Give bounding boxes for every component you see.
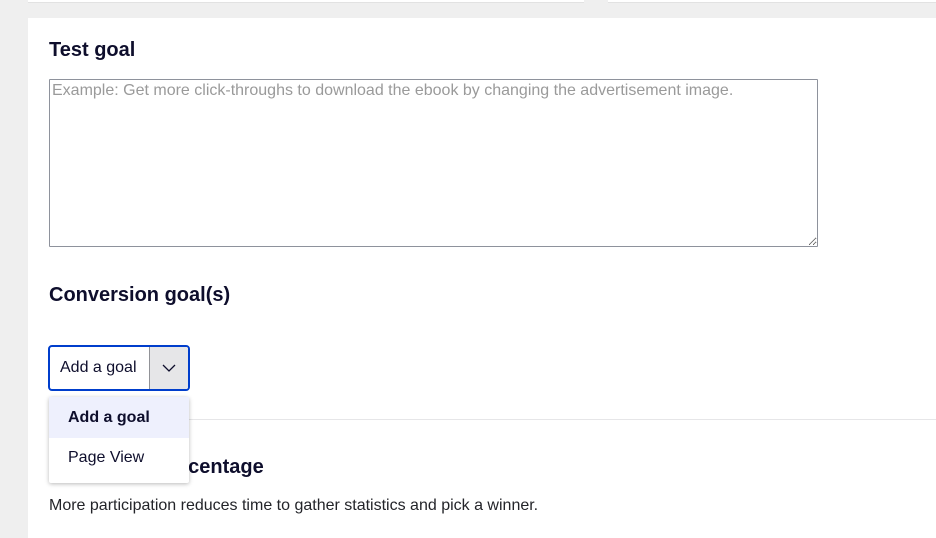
conversion-goal-select[interactable]: Add a goal [48, 345, 190, 391]
conversion-goal-dropdown: Add a goal Page View [49, 397, 189, 483]
test-goal-textarea[interactable] [49, 79, 818, 247]
test-goal-heading: Test goal [49, 39, 136, 61]
participation-description: More participation reduces time to gathe… [49, 497, 539, 514]
select-value: Add a goal [60, 359, 137, 376]
dropdown-option-page-view[interactable]: Page View [49, 438, 189, 478]
top-card-left [28, 0, 584, 3]
top-card-right [608, 0, 936, 3]
conversion-goals-heading: Conversion goal(s) [49, 284, 231, 306]
dropdown-option-add-a-goal[interactable]: Add a goal [49, 397, 189, 438]
select-arrow-button[interactable] [149, 347, 188, 389]
chevron-down-icon [162, 364, 176, 372]
